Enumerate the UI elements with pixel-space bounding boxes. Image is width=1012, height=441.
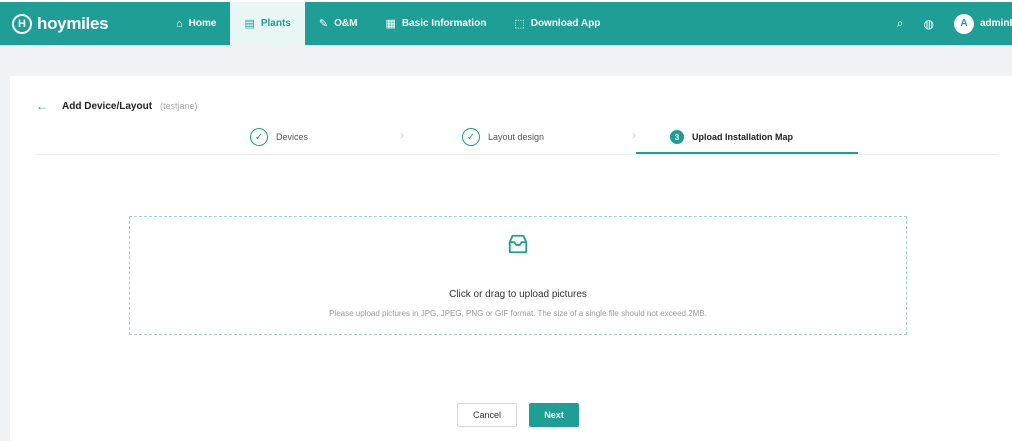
brand-logo[interactable]: H hoymiles [12,13,162,34]
upload-hint: Please upload pictures in JPG, JPEG, PNG… [329,309,707,318]
search-icon[interactable]: ⌕ [897,16,904,31]
upload-dropzone[interactable]: Click or drag to upload pictures Please … [129,216,907,335]
nav-item-label: Basic Information [401,18,487,29]
step-layout-design[interactable]: ✓ Layout design [462,124,544,150]
chevron-right-icon: › [400,128,404,142]
steps-bar: ✓ Devices › ✓ Layout design › 3 Upload I… [250,124,870,154]
logo-mark-icon: H [12,13,32,34]
username[interactable]: adminH [980,18,1012,29]
step-label: Devices [276,132,309,142]
chevron-right-icon: › [632,128,636,142]
wrench-icon: ✎ [318,18,329,30]
next-button[interactable]: Next [529,403,579,427]
page-header: ← Add Device/Layout (testjane) [36,99,198,113]
home-icon: ⌂ [176,17,183,30]
step-label: Layout design [488,132,545,142]
inbox-icon [508,234,528,254]
nav-item-om[interactable]: ✎ O&M [305,2,372,45]
back-arrow-icon[interactable]: ← [36,99,48,113]
nav-item-label: O&M [334,18,358,29]
top-navbar: H hoymiles ⌂ Home ▤ Plants ✎ O&M ▦ Basic… [0,2,1012,45]
nav-item-basic-information[interactable]: ▦ Basic Information [371,2,500,45]
nav-item-download-app[interactable]: ⬚ Download App [500,2,614,45]
brand-name: hoymiles [37,13,109,33]
step-number-badge: 3 [670,130,684,144]
nav-item-label: Home [188,18,217,29]
step-devices[interactable]: ✓ Devices [250,124,308,150]
check-circle-icon: ✓ [462,128,480,146]
download-icon: ⬚ [514,18,525,30]
active-step-indicator [636,152,858,154]
page-title: Add Device/Layout [62,100,153,112]
check-circle-icon: ✓ [250,128,268,146]
globe-icon[interactable]: ◍ [924,17,934,31]
avatar[interactable]: A [954,13,974,34]
plant-name: (testjane) [160,101,198,111]
nav-item-plants[interactable]: ▤ Plants [230,2,305,45]
nav-item-home[interactable]: ⌂ Home [162,2,230,45]
step-upload-installation-map[interactable]: 3 Upload Installation Map [670,124,793,150]
nav-right-tools: ⌕ ◍ A adminH [897,2,1012,45]
upload-title: Click or drag to upload pictures [449,289,587,300]
nav-item-label: Download App [530,18,601,29]
document-icon: ▦ [385,18,396,30]
steps-divider [36,154,998,155]
nav-item-label: Plants [260,18,291,29]
plants-icon: ▤ [244,18,255,30]
step-label: Upload Installation Map [692,132,794,142]
cancel-button[interactable]: Cancel [457,403,517,427]
